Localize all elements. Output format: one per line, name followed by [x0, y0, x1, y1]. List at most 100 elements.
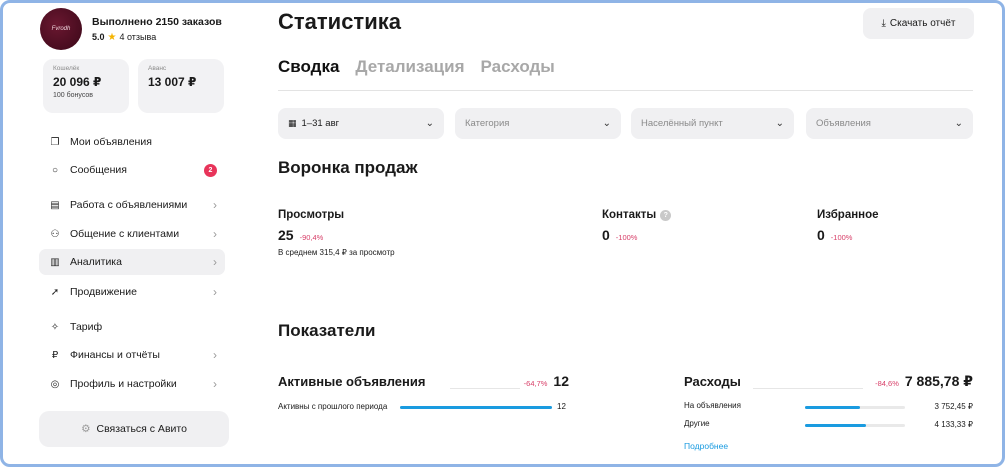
profile-rating[interactable]: 5.0 ★ 4 отзыва	[92, 32, 222, 43]
wallet-card[interactable]: Кошелёк 20 096 ₽ 100 бонусов	[43, 59, 129, 113]
sidebar-item-tariff[interactable]: ✧ Тариф	[39, 314, 225, 340]
ruble-icon: ₽	[51, 349, 59, 361]
sidebar-item-analytics[interactable]: ▥ Аналитика ›	[39, 249, 225, 275]
chevron-right-icon: ›	[213, 255, 217, 269]
expenses-delta: -84,6%	[875, 379, 899, 388]
sidebar-item-clients[interactable]: ⚇ Общение с клиентами ›	[39, 221, 225, 247]
chevron-right-icon: ›	[213, 377, 217, 391]
sidebar-item-my-ads[interactable]: ❐ Мои объявления	[39, 129, 225, 155]
indicators-title: Показатели	[278, 321, 376, 340]
profile-info: Выполнено 2150 заказов 5.0 ★ 4 отзыва	[92, 16, 222, 43]
contact-avito-button[interactable]: ⚙ Связаться с Авито	[39, 411, 229, 447]
expenses-title: Расходы	[684, 374, 741, 389]
sidebar-item-label: Общение с клиентами	[70, 228, 180, 240]
expenses-bar-fill	[805, 424, 866, 427]
chevron-down-icon: ⌄	[425, 118, 434, 129]
star-icon: ★	[107, 31, 117, 43]
unread-badge: 2	[204, 163, 217, 177]
reviews-count: 4 отзыва	[119, 32, 157, 42]
profile-card[interactable]: Fvrodh Выполнено 2150 заказов 5.0 ★ 4 от…	[40, 8, 222, 50]
contacts-label-row: Контакты ?	[602, 209, 672, 221]
active-ads-value: 12	[553, 373, 569, 389]
chevron-right-icon: ›	[213, 348, 217, 362]
wallet-value: 20 096 ₽	[53, 75, 102, 89]
app-window: Fvrodh Выполнено 2150 заказов 5.0 ★ 4 от…	[0, 0, 1005, 467]
page-title: Статистика	[278, 9, 401, 34]
sidebar-item-ads-work[interactable]: ▤ Работа с объявлениями ›	[39, 192, 225, 218]
tab-expenses[interactable]: Расходы	[481, 57, 555, 77]
city-select[interactable]: Населённый пункт ⌄	[631, 108, 794, 139]
sidebar-item-label: Работа с объявлениями	[70, 199, 188, 211]
sidebar-item-label: Аналитика	[70, 256, 122, 268]
sidebar-item-finance[interactable]: ₽ Финансы и отчёты ›	[39, 342, 225, 368]
favorites-value: 0	[817, 227, 825, 243]
chevron-down-icon: ⌄	[775, 118, 784, 129]
contact-button-label: Связаться с Авито	[96, 423, 187, 435]
active-ads-row: Активны с прошлого периода 12	[278, 401, 569, 425]
expenses-value: 7 885,78 ₽	[904, 373, 973, 389]
category-select[interactable]: Категория ⌄	[455, 108, 621, 139]
support-icon: ⚙	[81, 423, 91, 435]
wallet-bonus: 100 бонусов	[53, 92, 94, 99]
sidebar-item-promotion[interactable]: ➚ Продвижение ›	[39, 279, 225, 305]
chevron-right-icon: ›	[213, 198, 217, 212]
advance-card[interactable]: Аванс 13 007 ₽	[138, 59, 224, 113]
active-ads-delta: -64,7%	[523, 379, 548, 388]
views-metric: Просмотры 25 -90,4% В среднем 315,4 ₽ за…	[278, 209, 395, 257]
advance-label: Аванс	[148, 65, 167, 72]
category-placeholder: Категория	[465, 118, 510, 129]
avatar[interactable]: Fvrodh	[40, 8, 82, 50]
profile-title: Выполнено 2150 заказов	[92, 15, 222, 28]
more-details-link[interactable]: Подробнее	[684, 441, 728, 451]
sidebar-item-label: Тариф	[70, 321, 103, 333]
tariff-icon: ✧	[50, 321, 60, 333]
expenses-bar	[805, 424, 905, 427]
views-label: Просмотры	[278, 209, 345, 221]
expenses-row-label: На объявления	[684, 401, 741, 410]
chevron-down-icon: ⌄	[602, 118, 611, 129]
period-select[interactable]: ▦ 1–31 авг ⌄	[278, 108, 444, 139]
active-ads-bar	[400, 406, 552, 409]
tab-summary[interactable]: Сводка	[278, 57, 339, 77]
sidebar-item-label: Мои объявления	[70, 136, 152, 148]
city-placeholder: Населённый пункт	[641, 118, 723, 129]
active-ads-header: Активные объявления -64,7% 12	[278, 373, 569, 389]
ads-select[interactable]: Объявления ⌄	[806, 108, 973, 139]
sidebar-item-label: Финансы и отчёты	[70, 349, 160, 361]
download-icon: ⤓	[881, 18, 886, 29]
favorites-delta: -100%	[830, 233, 853, 242]
period-value: 1–31 авг	[301, 118, 340, 129]
sidebar-item-label: Продвижение	[70, 286, 137, 298]
list-icon: ▤	[50, 199, 60, 211]
download-report-button[interactable]: ⤓ Скачать отчёт	[863, 8, 974, 39]
wallet-label: Кошелёк	[53, 65, 80, 72]
contacts-value: 0	[602, 227, 610, 243]
active-ads-bar-fill	[400, 406, 552, 409]
expenses-row: На объявления 3 752,45 ₽	[684, 401, 973, 413]
contacts-label: Контакты	[602, 209, 657, 221]
active-ads-row-label: Активны с прошлого периода	[278, 402, 388, 411]
tabs: Сводка Детализация Расходы	[278, 57, 555, 77]
users-icon: ⚇	[50, 228, 60, 240]
expenses-row: Другие 4 133,33 ₽	[684, 419, 973, 431]
calendar-icon: ▦	[288, 118, 297, 128]
chat-icon: ○	[51, 164, 59, 176]
active-ads-divider	[450, 388, 520, 389]
sidebar-item-profile[interactable]: ◎ Профиль и настройки ›	[39, 371, 225, 397]
active-ads-title: Активные объявления	[278, 374, 426, 389]
info-icon[interactable]: ?	[660, 209, 672, 221]
expenses-bar-fill	[805, 406, 860, 409]
tab-details[interactable]: Детализация	[355, 57, 464, 77]
contacts-delta: -100%	[615, 233, 638, 242]
sidebar-item-label: Профиль и настройки	[70, 378, 177, 390]
sidebar-item-messages[interactable]: ○ Сообщения 2	[39, 157, 225, 183]
chevron-right-icon: ›	[213, 285, 217, 299]
advance-value: 13 007 ₽	[148, 75, 197, 89]
favorites-metric: Избранное 0 -100%	[817, 209, 879, 243]
contacts-metric: Контакты ? 0 -100%	[602, 209, 672, 243]
chevron-right-icon: ›	[213, 227, 217, 241]
tabs-divider	[278, 90, 973, 91]
rating-score: 5.0	[92, 32, 105, 42]
favorites-label: Избранное	[817, 209, 879, 221]
ads-placeholder: Объявления	[816, 118, 871, 129]
